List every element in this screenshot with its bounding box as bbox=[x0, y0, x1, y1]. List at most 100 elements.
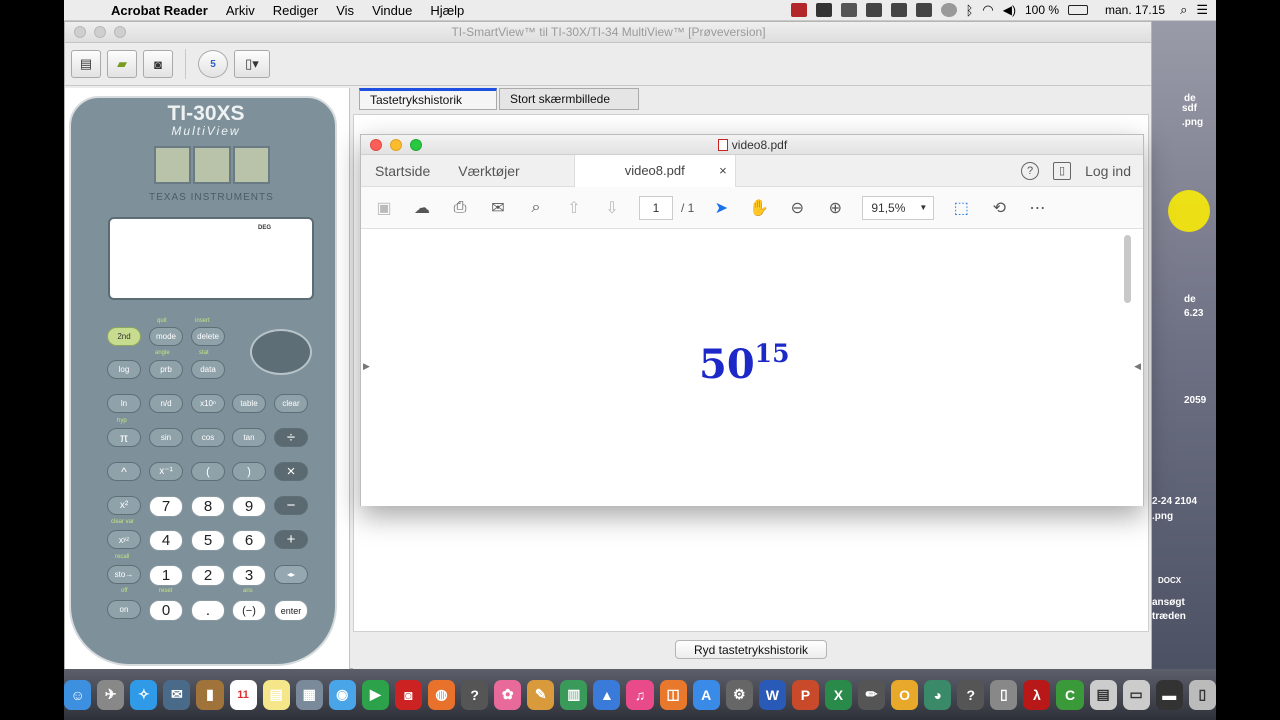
notes-icon[interactable]: ▤ bbox=[262, 679, 290, 710]
key-square[interactable]: x² bbox=[107, 496, 141, 515]
key-6[interactable]: 6 bbox=[232, 530, 266, 551]
launchpad-icon[interactable]: ✈ bbox=[97, 679, 125, 710]
key-ln[interactable]: ln bbox=[107, 394, 141, 413]
key-reciprocal[interactable]: x⁻¹ bbox=[149, 462, 183, 481]
key-power[interactable]: ^ bbox=[107, 462, 141, 481]
page-number-input[interactable]: 1 bbox=[639, 195, 673, 220]
key-xyz[interactable]: xʸᶻ bbox=[107, 530, 141, 549]
document-icon[interactable]: ▤ bbox=[71, 50, 101, 78]
battery-icon[interactable] bbox=[1068, 5, 1089, 15]
pages-icon[interactable]: ✎ bbox=[527, 679, 555, 710]
pdf-minimize-button[interactable] bbox=[390, 138, 402, 151]
select-tool-icon[interactable]: ➤ bbox=[710, 198, 732, 218]
tab-keypress-history[interactable]: Tastetrykshistorik bbox=[359, 88, 497, 110]
key-2[interactable]: 2 bbox=[191, 565, 225, 586]
key-plus[interactable]: + bbox=[274, 530, 308, 549]
ibooks-icon[interactable]: ◫ bbox=[659, 679, 687, 710]
finder-status-icon[interactable] bbox=[840, 3, 857, 17]
key-0[interactable]: 0 bbox=[149, 600, 183, 621]
document-dock-icon[interactable]: ▤ bbox=[1089, 679, 1117, 710]
key-multiply[interactable]: × bbox=[274, 462, 308, 481]
help-icon[interactable]: ? bbox=[1021, 161, 1040, 180]
word-icon[interactable]: W bbox=[758, 679, 786, 710]
finder-icon[interactable]: ☺ bbox=[64, 679, 92, 710]
hand-tool-icon[interactable]: ✋ bbox=[748, 198, 770, 218]
zoom-in-icon[interactable]: ⊕ bbox=[824, 198, 846, 218]
excel-icon[interactable]: X bbox=[824, 679, 852, 710]
key-prb[interactable]: prb bbox=[149, 360, 183, 379]
save-icon[interactable]: ▣ bbox=[373, 198, 395, 218]
key-mode[interactable]: mode bbox=[149, 327, 183, 346]
trash-icon[interactable]: ▯ bbox=[1188, 679, 1216, 710]
key-right-paren[interactable]: ) bbox=[232, 462, 266, 481]
mobile-link-icon[interactable]: ▯ bbox=[1053, 161, 1072, 180]
key-table[interactable]: table bbox=[232, 394, 266, 413]
zoom-window-button[interactable] bbox=[114, 26, 126, 38]
nav-home[interactable]: Startside bbox=[361, 163, 444, 179]
acrobat-reader-icon[interactable]: λ bbox=[1023, 679, 1051, 710]
left-panel-toggle-icon[interactable]: ▶ bbox=[363, 361, 370, 372]
safari-icon[interactable]: ✧ bbox=[130, 679, 158, 710]
calculator-view-icon[interactable]: ▯▾ bbox=[234, 50, 270, 78]
close-tab-icon[interactable]: × bbox=[719, 163, 727, 178]
login-link[interactable]: Log ind bbox=[1085, 163, 1131, 179]
downloads-icon[interactable]: ▭ bbox=[1122, 679, 1150, 710]
globe-app-icon[interactable]: ◕ bbox=[924, 679, 952, 710]
numbers-icon[interactable]: ▥ bbox=[560, 679, 588, 710]
camtasia-icon[interactable]: C bbox=[1056, 679, 1084, 710]
fit-page-icon[interactable]: ⬚ bbox=[950, 198, 972, 218]
help-app-icon[interactable]: ? bbox=[461, 679, 489, 710]
close-window-button[interactable] bbox=[74, 26, 86, 38]
key-decimal[interactable]: . bbox=[191, 600, 225, 621]
key-store[interactable]: sto→ bbox=[107, 565, 141, 584]
keynote-icon[interactable]: ▲ bbox=[593, 679, 621, 710]
key-divide[interactable]: ÷ bbox=[274, 428, 308, 447]
key-pi[interactable]: π bbox=[107, 428, 141, 447]
pdf-scrollbar[interactable] bbox=[1124, 235, 1131, 303]
menu-vindue[interactable]: Vindue bbox=[363, 3, 421, 18]
time-machine-icon[interactable] bbox=[940, 3, 957, 17]
key-cos[interactable]: cos bbox=[191, 428, 225, 447]
next-page-icon[interactable]: ⇩ bbox=[601, 198, 623, 218]
system-preferences-icon[interactable]: ⚙ bbox=[725, 679, 753, 710]
pdf-zoom-button[interactable] bbox=[410, 138, 422, 151]
firefox-icon[interactable]: ◍ bbox=[427, 679, 456, 710]
unknown-app-icon[interactable]: ? bbox=[957, 679, 985, 710]
messages-icon[interactable]: ◉ bbox=[328, 679, 356, 710]
rotate-icon[interactable]: ⟲ bbox=[988, 198, 1010, 218]
menu-hjaelp[interactable]: Hjælp bbox=[421, 3, 473, 18]
key-tan[interactable]: tan bbox=[232, 428, 266, 447]
wifi-icon[interactable]: ◠ bbox=[982, 2, 993, 18]
key-x10n[interactable]: x10ⁿ bbox=[191, 394, 225, 413]
pencil-app-icon[interactable]: ✏ bbox=[858, 679, 886, 710]
previous-page-icon[interactable]: ⇧ bbox=[563, 198, 585, 218]
photos-icon[interactable]: ▦ bbox=[295, 679, 323, 710]
key-delete[interactable]: delete bbox=[191, 327, 225, 346]
key-minus[interactable]: − bbox=[274, 496, 308, 515]
right-panel-toggle-icon[interactable]: ◀ bbox=[1134, 361, 1141, 372]
bluetooth-icon[interactable]: ᛒ bbox=[966, 3, 974, 18]
acrobat-status-icon[interactable] bbox=[790, 3, 807, 17]
key-5[interactable]: 5 bbox=[191, 530, 225, 551]
notification-center-icon[interactable]: ☰ bbox=[1196, 2, 1208, 18]
camera-icon[interactable]: ◙ bbox=[143, 50, 173, 78]
open-folder-icon[interactable]: ▰ bbox=[107, 50, 137, 78]
itunes-icon[interactable]: ✿ bbox=[494, 679, 522, 710]
key-9[interactable]: 9 bbox=[232, 496, 266, 517]
nav-tools[interactable]: Værktøjer bbox=[444, 163, 533, 179]
menu-arkiv[interactable]: Arkiv bbox=[217, 3, 264, 18]
key-1[interactable]: 1 bbox=[149, 565, 183, 586]
search-icon[interactable]: ⌕ bbox=[525, 199, 547, 217]
mail-icon[interactable]: ✉ bbox=[163, 679, 191, 710]
music-icon[interactable]: ♫ bbox=[626, 679, 654, 710]
minimize-window-button[interactable] bbox=[94, 26, 106, 38]
spotlight-search-icon[interactable]: ⌕ bbox=[1180, 2, 1187, 18]
zoom-out-icon[interactable]: ⊖ bbox=[786, 198, 808, 218]
contacts-icon[interactable]: ▮ bbox=[196, 679, 224, 710]
key-sin[interactable]: sin bbox=[149, 428, 183, 447]
dropbox-icon[interactable] bbox=[815, 3, 832, 17]
powerpoint-icon[interactable]: P bbox=[791, 679, 819, 710]
calculator-app-icon[interactable]: ▯ bbox=[990, 679, 1018, 710]
battery-percent[interactable]: 100 % bbox=[1025, 3, 1059, 17]
keypress-counter-icon[interactable]: 5 bbox=[198, 50, 228, 78]
